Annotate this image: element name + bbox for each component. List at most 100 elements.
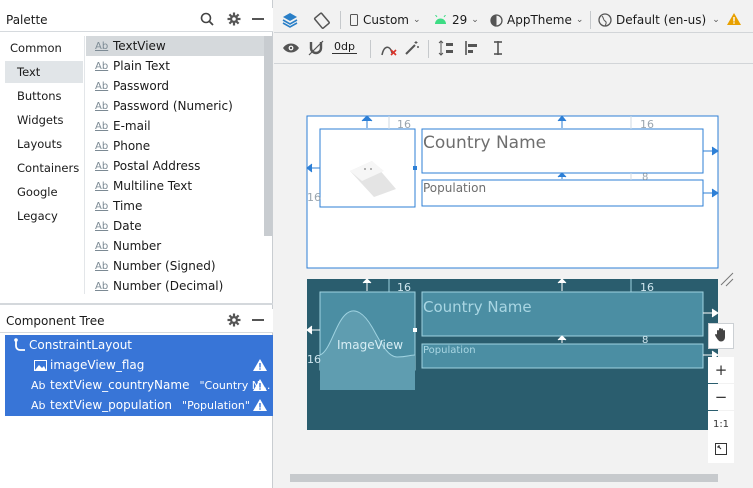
population-blueprint[interactable]: Population (423, 345, 476, 356)
textview-icon: Ab (95, 200, 109, 212)
palette-item-plain-text[interactable]: Ab Plain Text (86, 56, 264, 76)
palette-item-multiline-text[interactable]: Ab Multiline Text (86, 176, 264, 196)
zoom-out-button[interactable]: − (708, 384, 734, 410)
image-icon (31, 359, 50, 371)
margin-label: 16 (640, 118, 654, 131)
tree-item-textview-population[interactable]: Ab textView_population "Population" (5, 395, 273, 415)
category-layouts[interactable]: Layouts (17, 133, 87, 155)
tree-item-textview-countryname[interactable]: Ab textView_countryName "Country N... (5, 375, 273, 395)
palette-item-postal-address[interactable]: Ab Postal Address (86, 156, 264, 176)
textview-icon: Ab (95, 120, 109, 132)
textview-icon: Ab (95, 60, 109, 72)
palette-item-textview[interactable]: Ab TextView (86, 36, 264, 56)
warning-icon[interactable] (727, 13, 741, 25)
constraint-layout-icon (11, 338, 29, 352)
minimize-icon[interactable] (252, 18, 264, 20)
panel-splitter[interactable] (0, 303, 273, 305)
palette-header: Palette (0, 8, 273, 32)
pack-icon[interactable] (438, 40, 454, 56)
category-buttons[interactable]: Buttons (17, 85, 87, 107)
component-tree-header: Component Tree (0, 309, 273, 333)
search-icon[interactable] (200, 12, 214, 26)
gear-icon[interactable] (227, 12, 241, 26)
gear-icon[interactable] (227, 313, 241, 327)
textview-icon: Ab (95, 140, 109, 152)
component-tree-title: Component Tree (6, 313, 105, 328)
zoom-actual-size-button[interactable]: 1:1 (708, 411, 734, 437)
locale-dropdown[interactable]: Default (en-us) ⌄ (598, 9, 720, 31)
phone-icon (350, 14, 358, 26)
category-text[interactable]: Text (5, 61, 83, 83)
textview-icon: Ab (95, 260, 109, 272)
warning-icon[interactable] (253, 359, 267, 371)
category-containers[interactable]: Containers (17, 157, 87, 179)
textview-icon: Ab (31, 378, 46, 392)
palette-item-email[interactable]: Ab E-mail (86, 116, 264, 136)
warning-icon[interactable] (253, 399, 267, 411)
category-legacy[interactable]: Legacy (17, 205, 87, 227)
category-widgets[interactable]: Widgets (17, 109, 87, 131)
margin-label: 8 (642, 335, 649, 346)
zoom-to-fit-button[interactable] (708, 437, 734, 463)
device-dropdown[interactable]: Custom ⌄ (350, 9, 421, 31)
palette-item-time[interactable]: Ab Time (86, 196, 264, 216)
palette-item-password[interactable]: Ab Password (86, 76, 264, 96)
palette-item-number-decimal[interactable]: Ab Number (Decimal) (86, 276, 264, 294)
eye-icon[interactable] (282, 42, 300, 54)
tree-item-imageview-flag[interactable]: imageView_flag (5, 355, 273, 375)
chevron-down-icon: ⌄ (712, 15, 720, 25)
theme-dropdown[interactable]: AppTheme ⌄ (490, 9, 583, 31)
textview-icon: Ab (95, 280, 109, 292)
category-common[interactable]: Common (10, 37, 80, 59)
magic-wand-icon[interactable] (404, 40, 420, 56)
guidelines-icon[interactable] (490, 40, 506, 56)
margin-label: 16 (307, 191, 321, 204)
country-name-preview[interactable]: Country Name (423, 133, 546, 153)
palette-scrollbar[interactable] (264, 36, 272, 236)
zoom-in-button[interactable]: + (708, 357, 734, 383)
population-preview[interactable]: Population (423, 181, 486, 195)
warning-icon[interactable] (253, 379, 267, 391)
textview-icon: Ab (95, 220, 109, 232)
margin-label: 16 (307, 353, 321, 366)
design-canvas[interactable]: 16 16 16 8 Country Name Population 16 16… (274, 65, 753, 488)
palette-categories: Common Text Buttons Widgets Layouts Cont… (0, 36, 84, 294)
constraint-toolbar: 0dp (274, 34, 753, 64)
hand-icon (714, 327, 728, 346)
chevron-down-icon: ⌄ (471, 15, 479, 25)
default-margin-field[interactable]: 0dp (332, 40, 357, 54)
imageview-blueprint-label[interactable]: ImageView (337, 338, 403, 352)
align-icon[interactable] (464, 40, 480, 56)
country-name-blueprint[interactable]: Country Name (423, 298, 532, 316)
margin-label: 16 (640, 281, 654, 294)
layout-surfaces (290, 115, 734, 482)
palette-item-date[interactable]: Ab Date (86, 216, 264, 236)
minus-icon: − (714, 388, 728, 406)
margin-label: 16 (397, 281, 411, 294)
category-google[interactable]: Google (17, 181, 87, 203)
left-panel: Palette Common Text Buttons Widgets Layo… (0, 0, 273, 488)
layers-icon[interactable] (280, 10, 300, 30)
palette-item-number[interactable]: Ab Number (86, 236, 264, 256)
pan-button[interactable] (708, 323, 734, 349)
textview-icon: Ab (95, 40, 109, 52)
design-toolbar: Custom ⌄ 29 ⌄ AppTheme ⌄ Default (en-us)… (274, 8, 753, 33)
palette-item-phone[interactable]: Ab Phone (86, 136, 264, 156)
plus-icon: + (714, 361, 728, 379)
chevron-down-icon: ⌄ (412, 15, 421, 25)
margin-label: 16 (397, 118, 411, 131)
chevron-down-icon: ⌄ (575, 15, 584, 25)
textview-icon: Ab (95, 80, 109, 92)
tree-item-constraintlayout[interactable]: ConstraintLayout (5, 335, 273, 355)
palette-item-password-numeric[interactable]: Ab Password (Numeric) (86, 96, 264, 116)
palette-item-number-signed[interactable]: Ab Number (Signed) (86, 256, 264, 276)
textview-icon: Ab (95, 180, 109, 192)
minimize-icon[interactable] (252, 319, 264, 321)
clear-constraints-icon[interactable] (380, 41, 398, 57)
theme-icon (490, 13, 503, 27)
textview-icon: Ab (31, 398, 46, 412)
palette-title: Palette (6, 12, 48, 27)
api-level-dropdown[interactable]: 29 ⌄ (434, 9, 479, 31)
orientation-icon[interactable] (312, 10, 332, 30)
magnet-off-icon[interactable] (308, 40, 324, 56)
